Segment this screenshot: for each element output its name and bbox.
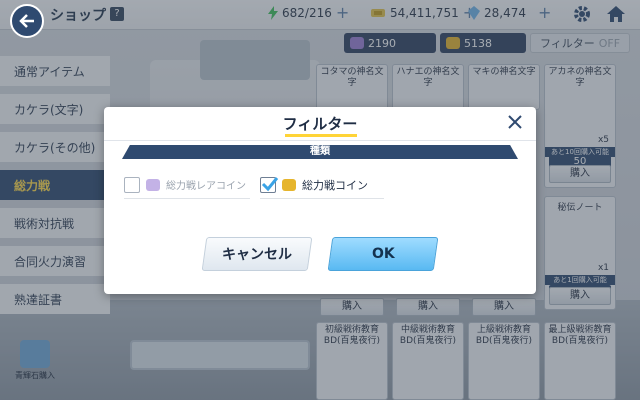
filter-option-coin[interactable]: 総力戦コイン — [260, 171, 384, 199]
dialog-divider — [104, 140, 536, 141]
rare-coin-checkbox[interactable] — [124, 176, 140, 193]
coin-icon — [282, 178, 296, 191]
ok-button[interactable]: OK — [327, 237, 439, 271]
back-button[interactable] — [10, 4, 44, 38]
option-label: 総力戦レアコイン — [166, 181, 246, 192]
category-section-header: 種類 — [122, 145, 518, 159]
ok-button-label: OK — [371, 246, 395, 262]
cancel-button-label: キャンセル — [222, 247, 292, 263]
cancel-button[interactable]: キャンセル — [201, 237, 313, 271]
dialog-title: フィルター — [282, 115, 358, 133]
rare-coin-icon — [146, 178, 160, 191]
coin-checkbox[interactable] — [260, 176, 279, 193]
close-icon[interactable] — [504, 111, 526, 133]
back-arrow-icon — [19, 14, 34, 28]
option-label: 総力戦コイン — [302, 178, 368, 192]
title-underline — [285, 134, 357, 137]
filter-dialog: フィルター 種類 総力戦レアコイン 総力戦コイン キャンセル OK — [104, 107, 536, 294]
checkmark-icon — [261, 176, 279, 191]
filter-option-rare-coin[interactable]: 総力戦レアコイン — [124, 171, 250, 199]
